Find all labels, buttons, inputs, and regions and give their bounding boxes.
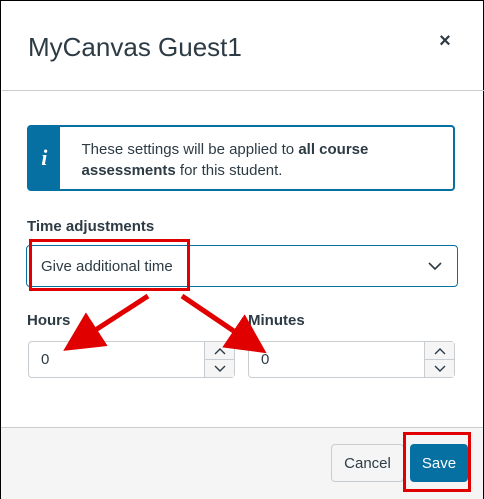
hours-label: Hours (27, 312, 71, 329)
info-text-part2: for this student. (175, 162, 283, 179)
info-alert: i These settings will be applied to all … (27, 125, 455, 191)
chevron-down-icon (434, 365, 445, 372)
cancel-button[interactable]: Cancel (331, 444, 404, 482)
info-text-part1: These settings will be applied to (81, 141, 299, 158)
chevron-up-icon (214, 347, 225, 354)
hours-decrement-button[interactable] (205, 359, 234, 377)
info-icon-container: i (29, 127, 60, 189)
chevron-down-icon (428, 262, 442, 271)
minutes-label: Minutes (248, 312, 305, 329)
dialog-title: MyCanvas Guest1 (28, 32, 242, 62)
time-adjustments-label: Time adjustments (27, 218, 155, 235)
minutes-stepper: 0 (248, 341, 455, 378)
hours-input[interactable]: 0 (29, 342, 204, 377)
chevron-down-icon (214, 365, 225, 372)
hours-increment-button[interactable] (205, 342, 234, 359)
minutes-decrement-button[interactable] (425, 359, 454, 377)
time-adjustments-select[interactable]: Give additional time (26, 245, 458, 287)
info-icon: i (41, 145, 48, 170)
info-message: These settings will be applied to all co… (60, 127, 453, 189)
minutes-arrows (424, 342, 454, 377)
close-icon[interactable]: × (432, 28, 458, 54)
hours-stepper: 0 (28, 341, 235, 378)
hours-arrows (204, 342, 234, 377)
minutes-input[interactable]: 0 (249, 342, 424, 377)
minutes-increment-button[interactable] (425, 342, 454, 359)
time-adjustments-value: Give additional time (41, 257, 173, 275)
save-button[interactable]: Save (410, 444, 468, 482)
dialog-footer: Cancel Save (1, 427, 483, 499)
chevron-up-icon (434, 347, 445, 354)
dialog-header: MyCanvas Guest1 × (2, 2, 484, 91)
